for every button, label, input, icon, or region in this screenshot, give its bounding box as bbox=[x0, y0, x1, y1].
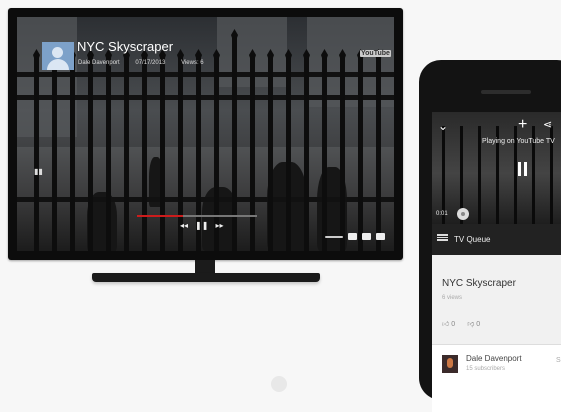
fence-bar bbox=[322, 57, 327, 251]
fence-bar bbox=[478, 126, 481, 226]
elapsed-time: 0:01 bbox=[436, 211, 448, 217]
television: NYC Skyscraper Dale Davenport 07/17/2013… bbox=[8, 8, 403, 260]
tv-queue-bar[interactable]: TV Queue bbox=[432, 224, 561, 255]
dislike-count: 0 bbox=[476, 321, 481, 328]
fence-bar bbox=[268, 57, 273, 251]
thumbs-down-icon: 👎︎ bbox=[467, 321, 475, 328]
fence-bar bbox=[358, 57, 363, 251]
youtube-watermark: YouTube bbox=[360, 50, 391, 57]
tv-view-count: Views: 6 bbox=[181, 60, 204, 66]
fence-bar bbox=[304, 57, 309, 251]
fence-bar bbox=[250, 57, 255, 251]
channel-row[interactable]: Dale Davenport 15 subscribers S bbox=[432, 345, 561, 385]
pause-icon[interactable] bbox=[518, 162, 527, 176]
tv-progress-bar[interactable] bbox=[137, 215, 257, 217]
dislike-button[interactable]: 👎︎ 0 bbox=[467, 319, 480, 328]
tv-menu-icon[interactable]: ▮▮ bbox=[34, 167, 43, 176]
chevron-down-icon[interactable]: ⌄ bbox=[438, 119, 448, 133]
tv-settings-icon[interactable] bbox=[362, 233, 371, 240]
phone-video-title: NYC Skyscraper bbox=[442, 278, 516, 289]
tv-fullscreen-icon[interactable] bbox=[376, 233, 385, 240]
building bbox=[17, 17, 77, 137]
channel-avatar bbox=[442, 355, 458, 373]
plus-icon[interactable]: + bbox=[518, 116, 527, 134]
playing-on-tv-label: Playing on YouTube TV bbox=[482, 138, 555, 145]
fence-bar bbox=[34, 57, 39, 251]
seek-handle[interactable] bbox=[457, 208, 469, 220]
phone-speaker bbox=[481, 90, 531, 94]
fence-bar bbox=[160, 57, 165, 251]
menu-icon[interactable] bbox=[437, 234, 448, 241]
fence-bar bbox=[232, 37, 237, 251]
phone-screen: ⌄ + ⋖ Playing on YouTube TV 0:01 TV Queu… bbox=[432, 112, 561, 412]
fence-bar bbox=[142, 57, 147, 251]
fence-bar bbox=[70, 57, 75, 251]
like-button[interactable]: 👍︎ 0 bbox=[442, 319, 455, 328]
fence-bar bbox=[376, 57, 381, 251]
tv-video-screen[interactable]: NYC Skyscraper Dale Davenport 07/17/2013… bbox=[17, 17, 394, 251]
pause-icon[interactable]: ❚❚ bbox=[195, 221, 208, 230]
tv-queue-label: TV Queue bbox=[454, 235, 491, 244]
video-info-panel: NYC Skyscraper 6 views 👍︎ 0 👎︎ 0 bbox=[432, 255, 561, 355]
tv-channel-name: Dale Davenport bbox=[78, 60, 120, 66]
tv-volume-icon[interactable] bbox=[325, 236, 343, 238]
fence-bar bbox=[124, 57, 129, 251]
rating-row: 👍︎ 0 👎︎ 0 bbox=[442, 319, 480, 328]
channel-subscribers: 15 subscribers bbox=[466, 366, 506, 372]
fence-bar bbox=[52, 57, 57, 251]
tv-video-title: NYC Skyscraper bbox=[77, 39, 174, 54]
tv-stand-base bbox=[92, 273, 320, 282]
tv-upload-date: 07/17/2013 bbox=[135, 60, 166, 66]
phone: ⌄ + ⋖ Playing on YouTube TV 0:01 TV Queu… bbox=[419, 60, 561, 412]
phone-video-thumbnail[interactable]: ⌄ + ⋖ Playing on YouTube TV 0:01 bbox=[432, 112, 561, 226]
thumbs-up-icon: 👍︎ bbox=[442, 321, 450, 328]
tv-captions-icon[interactable] bbox=[348, 233, 357, 240]
fence-bar bbox=[88, 57, 93, 251]
phone-view-count: 6 views bbox=[442, 295, 463, 301]
fence-bar bbox=[340, 57, 345, 251]
fence-bar bbox=[286, 57, 291, 251]
like-count: 0 bbox=[451, 321, 456, 328]
user-avatar-icon bbox=[42, 42, 74, 70]
rewind-icon[interactable]: ◂◂ bbox=[180, 221, 188, 230]
tv-option-icons bbox=[325, 233, 385, 240]
share-icon[interactable]: ⋖ bbox=[543, 118, 552, 131]
page-indicator-dot bbox=[271, 376, 287, 392]
tv-stand-neck bbox=[195, 260, 215, 274]
tv-progress-fill bbox=[137, 215, 183, 217]
tv-playback-controls: ◂◂ ❚❚ ▸▸ bbox=[180, 221, 223, 230]
tv-video-meta: Dale Davenport 07/17/2013 Views: 6 bbox=[78, 60, 218, 66]
fast-forward-icon[interactable]: ▸▸ bbox=[215, 221, 223, 230]
fence-bar bbox=[106, 57, 111, 251]
subscribe-button[interactable]: S bbox=[556, 357, 561, 364]
channel-name: Dale Davenport bbox=[466, 354, 522, 363]
